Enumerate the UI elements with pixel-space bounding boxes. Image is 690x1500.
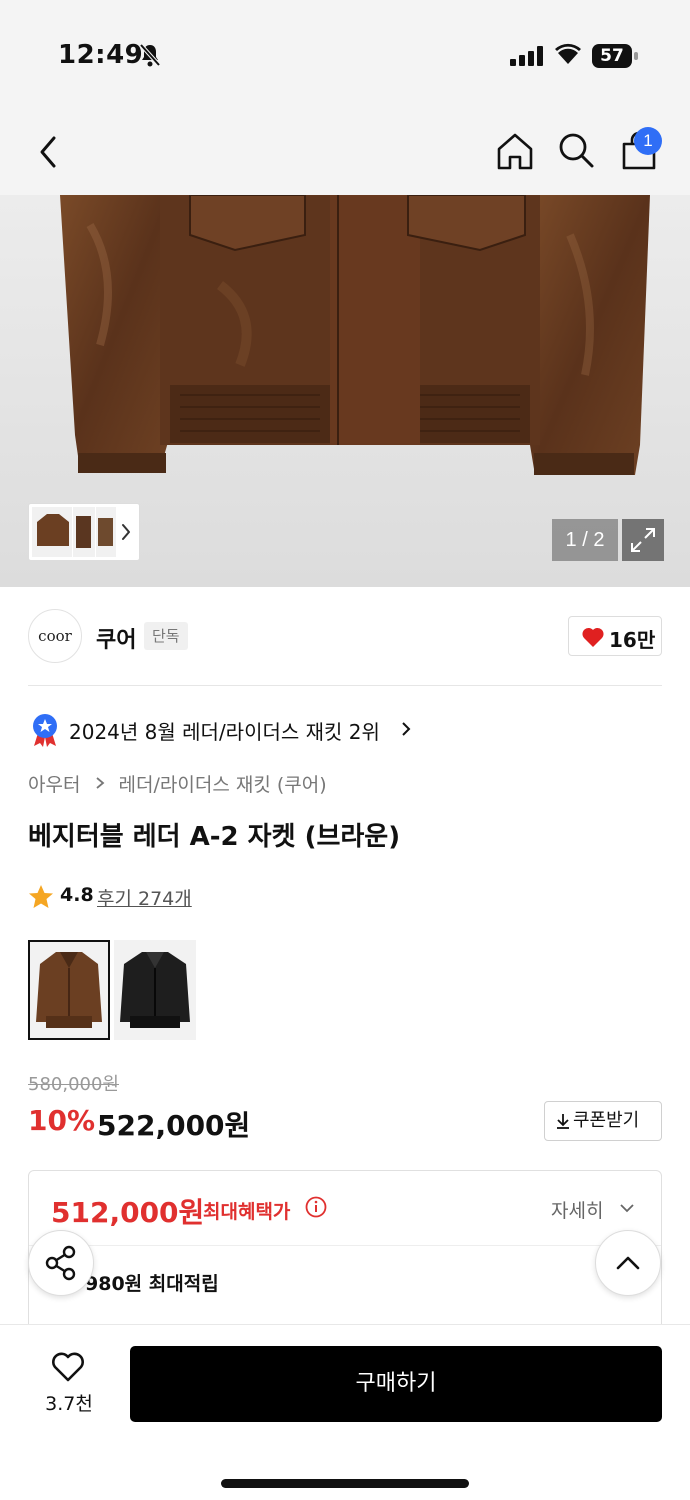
- black-jacket-thumbnail: [114, 940, 196, 1040]
- brand-logo[interactable]: coor: [28, 609, 82, 663]
- chevron-right-icon: [402, 722, 411, 736]
- home-button[interactable]: [494, 130, 536, 172]
- ranking-text: 2024년 8월 레더/라이더스 재킷 2위: [69, 720, 380, 744]
- download-icon: [557, 1114, 569, 1129]
- thumbnail-images: [32, 507, 130, 557]
- info-icon[interactable]: [305, 1196, 327, 1218]
- thumbnail-strip[interactable]: [28, 503, 140, 561]
- max-points: 980원 최대적립: [85, 1273, 219, 1295]
- color-option-brown[interactable]: [28, 940, 110, 1040]
- wifi-icon: [555, 43, 581, 64]
- bell-off-icon: [139, 43, 161, 67]
- divider: [29, 1245, 661, 1246]
- benefit-detail-toggle[interactable]: 자세히: [551, 1196, 603, 1223]
- max-benefit-price: 512,000원: [51, 1196, 205, 1229]
- cart-count-badge: 1: [634, 127, 662, 155]
- coupon-download-button[interactable]: 쿠폰받기: [544, 1101, 662, 1141]
- share-icon: [45, 1245, 76, 1281]
- cellular-signal-icon: [510, 46, 543, 66]
- chevron-up-icon: [616, 1256, 640, 1270]
- divider: [28, 685, 662, 686]
- brand-like-count: 16만: [609, 628, 656, 652]
- expand-image-button[interactable]: [622, 519, 664, 561]
- brand-name[interactable]: 쿠어: [96, 622, 136, 654]
- chevron-right-icon: [95, 773, 105, 795]
- breadcrumb: 아우터 레더/라이더스 재킷 (쿠어): [28, 770, 327, 798]
- review-count-link[interactable]: 후기 274개: [97, 884, 192, 911]
- heart-outline-icon[interactable]: [50, 1351, 86, 1383]
- back-button[interactable]: [30, 130, 66, 174]
- battery-cap: [634, 52, 638, 60]
- discount-rate: 10%: [28, 1104, 96, 1137]
- image-pager: 1 / 2: [552, 519, 618, 561]
- breadcrumb-outer[interactable]: 아우터: [28, 770, 80, 797]
- exclusive-tag: 단독: [144, 622, 188, 650]
- share-button[interactable]: [28, 1230, 94, 1296]
- scroll-to-top-button[interactable]: [595, 1230, 661, 1296]
- star-icon: [29, 885, 53, 908]
- product-detail-page: 12:49 57 1 1 / 2 coor 쿠어 단독 16만 2024년 8월…: [0, 0, 690, 1500]
- home-indicator: [221, 1479, 469, 1488]
- battery-indicator: 57: [592, 44, 638, 68]
- sale-price: 522,000원: [97, 1109, 251, 1142]
- breadcrumb-category[interactable]: 레더/라이더스 재킷 (쿠어): [119, 770, 327, 797]
- top-bar: 12:49 57 1: [0, 0, 690, 195]
- color-option-black[interactable]: [114, 940, 196, 1040]
- wishlist-count: 3.7천: [45, 1393, 93, 1415]
- max-benefit-label: 최대혜택가: [203, 1201, 291, 1223]
- rating-score: 4.8: [60, 884, 94, 906]
- buy-button[interactable]: 구매하기: [130, 1346, 662, 1422]
- brand-like-button[interactable]: 16만: [568, 616, 662, 656]
- coupon-label: 쿠폰받기: [573, 1110, 640, 1131]
- brown-jacket-thumbnail: [30, 942, 108, 1038]
- ranking-link[interactable]: 2024년 8월 레더/라이더스 재킷 2위: [28, 710, 428, 748]
- chevron-down-icon: [620, 1204, 634, 1213]
- search-button[interactable]: [556, 130, 596, 172]
- status-time: 12:49: [58, 40, 144, 70]
- bottom-action-bar: 3.7천 구매하기: [0, 1324, 690, 1500]
- ranking-badge-icon: [33, 714, 57, 747]
- heart-filled-icon: [582, 627, 604, 647]
- product-title: 베지터블 레더 A-2 자켓 (브라운): [28, 822, 401, 852]
- battery-level: 57: [592, 44, 632, 68]
- original-price: 580,000원: [28, 1074, 119, 1095]
